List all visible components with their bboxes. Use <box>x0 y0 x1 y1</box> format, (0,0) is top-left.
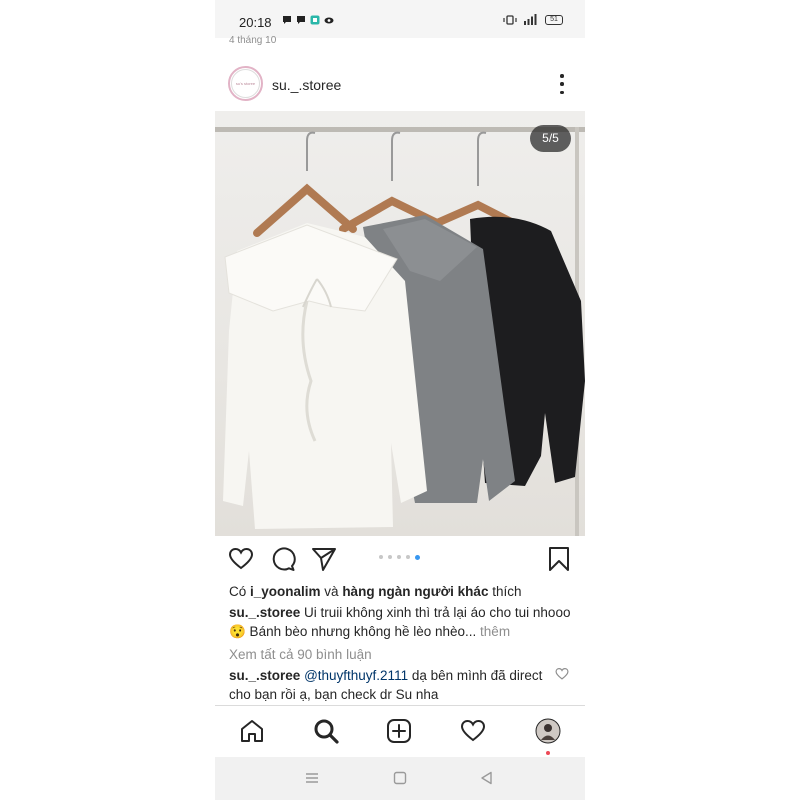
add-post-icon[interactable] <box>386 718 412 744</box>
avatar-logo: su's storee <box>231 69 260 98</box>
menu-icon[interactable] <box>304 770 320 786</box>
message-icon <box>297 16 305 24</box>
comment-like-heart-icon[interactable] <box>555 667 569 681</box>
carousel-indicator <box>379 554 420 560</box>
liker-username[interactable]: i_yoonalim <box>250 584 321 599</box>
comment-username[interactable]: su._.storee <box>229 668 300 683</box>
profile-avatar[interactable] <box>535 718 561 744</box>
vibrate-icon <box>503 14 517 25</box>
likes-prefix: Có <box>229 584 251 599</box>
search-icon[interactable] <box>313 718 339 744</box>
home-square-icon[interactable] <box>392 770 408 786</box>
post-avatar[interactable]: su's storee <box>228 66 263 101</box>
likes-conjunction: và <box>320 584 343 599</box>
send-icon[interactable] <box>311 546 337 572</box>
previous-post-date: 4 tháng 10 <box>229 35 277 46</box>
view-all-comments[interactable]: Xem tất cả 90 bình luận <box>229 645 574 664</box>
eye-icon <box>324 17 334 24</box>
more-options-icon[interactable] <box>559 74 565 94</box>
carousel-dot <box>397 555 401 559</box>
back-triangle-icon[interactable] <box>479 770 495 786</box>
activity-heart-icon[interactable] <box>460 718 486 744</box>
battery-icon: 51 <box>545 14 563 25</box>
system-navigation-bar <box>215 757 585 800</box>
image-counter: 5/5 <box>530 125 571 152</box>
carousel-dot <box>388 555 392 559</box>
system-status-icons: 51 <box>503 14 563 25</box>
bookmark-icon[interactable] <box>546 546 572 572</box>
post-username[interactable]: su._.storee <box>272 77 341 93</box>
home-icon[interactable] <box>239 718 265 744</box>
post-image[interactable]: 5/5 <box>215 111 585 536</box>
notification-icons <box>282 15 334 25</box>
status-time: 20:18 <box>239 15 272 30</box>
likes-line: Có i_yoonalim và hàng ngàn người khác th… <box>229 582 574 601</box>
carousel-dot-active <box>415 554 420 560</box>
phone-screen: 20:18 51 4 tháng 10 su's storee su._.sto… <box>215 0 585 800</box>
comment-mention[interactable]: @thuyfthuyf.2111 <box>304 668 408 683</box>
profile-notification-dot <box>546 751 550 755</box>
heart-icon[interactable] <box>228 546 254 572</box>
app-notification-icon <box>310 15 320 25</box>
carousel-dot <box>406 555 410 559</box>
carousel-dot <box>379 555 383 559</box>
comment: su._.storee @thuyfthuyf.2111 dạ bên mình… <box>229 666 549 704</box>
caption-username[interactable]: su._.storee <box>229 605 300 620</box>
clothing-rack-photo <box>215 127 585 536</box>
message-icon <box>283 16 291 24</box>
comment-icon[interactable] <box>270 546 296 572</box>
post-actions <box>215 542 585 576</box>
caption-more-link[interactable]: thêm <box>476 624 510 639</box>
post-caption: su._.storee Ui truii không xinh thì trả … <box>229 603 574 641</box>
post-header: su's storee su._.storee <box>215 60 585 108</box>
likes-others[interactable]: hàng ngàn người khác <box>342 584 488 599</box>
bottom-navigation <box>215 705 585 757</box>
status-bar: 20:18 51 <box>215 0 585 38</box>
signal-icon <box>524 14 537 25</box>
likes-suffix: thích <box>488 584 522 599</box>
